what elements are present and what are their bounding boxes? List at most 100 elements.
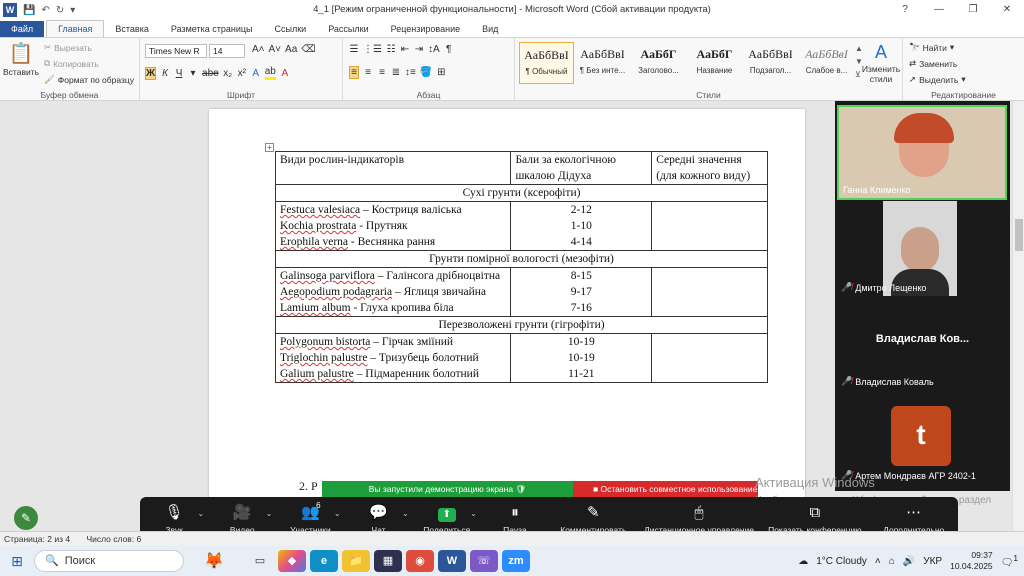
grow-font-icon[interactable]: A˄ [252, 44, 265, 55]
style-normal[interactable]: АаБбВвІ ¶ Обычный [519, 42, 574, 84]
subscript-icon[interactable]: x₂ [223, 68, 233, 79]
taskbar-search[interactable]: 🔍 Поиск [34, 550, 184, 572]
zoom-icon[interactable]: zm [502, 550, 530, 572]
chevron-down-icon[interactable]: ⌄ [470, 509, 477, 518]
customize-quick-access-icon[interactable]: ▾ [70, 5, 75, 16]
select-button[interactable]: ➚ Выделить ▾ [909, 74, 966, 85]
scores-cell[interactable]: 2-12 1-10 4-14 [510, 201, 653, 251]
scrollbar-thumb[interactable] [1015, 219, 1023, 251]
tab-references[interactable]: Ссылки [264, 21, 318, 37]
chevron-down-icon[interactable]: ⌄ [197, 509, 204, 518]
increase-indent-icon[interactable]: ⇥ [414, 44, 424, 55]
section-title[interactable]: Сухі грунти (ксерофіти) [275, 184, 768, 202]
species-cell[interactable]: Galinsoga parviflora – Галінсога дрібноц… [274, 267, 512, 317]
store-icon[interactable]: ▦ [374, 550, 402, 572]
table-move-handle-icon[interactable]: + [265, 143, 274, 152]
viber-icon[interactable]: ☏ [470, 550, 498, 572]
replace-button[interactable]: ⇄ Заменить [909, 58, 957, 69]
align-right-icon[interactable]: ≡ [377, 67, 387, 78]
text-effects-icon[interactable]: A [251, 68, 261, 79]
windows-start-icon[interactable]: ⊞ [0, 553, 34, 570]
style-heading[interactable]: АаБбГ Заголово... [631, 42, 686, 84]
cut-button[interactable]: ✂ Вырезать [44, 42, 92, 53]
change-case-icon[interactable]: Aa [285, 44, 297, 55]
chrome-icon[interactable]: ◉ [406, 550, 434, 572]
numbering-icon[interactable]: ⋮☰ [363, 44, 382, 55]
font-color-icon[interactable]: A [280, 68, 290, 79]
superscript-icon[interactable]: x² [237, 68, 247, 79]
line-spacing-icon[interactable]: ↕≡ [405, 67, 416, 78]
tray-overflow-icon[interactable]: ˄ [875, 556, 881, 567]
file-explorer-icon[interactable]: 📁 [342, 550, 370, 572]
find-button[interactable]: 🔭 Найти ▾ [909, 42, 954, 53]
font-size-box[interactable]: 14 [209, 44, 245, 58]
page-count[interactable]: Страница: 2 из 4 [4, 534, 70, 544]
word-count[interactable]: Число слов: 6 [86, 534, 141, 544]
style-subtitle[interactable]: АаБбВвІ Подзагол... [743, 42, 798, 84]
document-page[interactable]: + Види рослин-індикаторів Бали за еколог… [209, 109, 805, 539]
bold-icon[interactable]: Ж [145, 66, 157, 80]
species-cell[interactable]: Festuca valesiaca – Костриця валіська Ko… [274, 201, 512, 251]
bullets-icon[interactable]: ☰ [349, 44, 359, 55]
mean-cell[interactable] [651, 333, 768, 383]
species-cell[interactable]: Polygonum bistorta – Гірчак зміїний Trig… [274, 333, 512, 383]
copilot-icon[interactable]: ◆ [278, 550, 306, 572]
undo-icon[interactable]: ↶ [41, 5, 49, 16]
style-no-spacing[interactable]: АаБбВвІ ¶ Без инте... [575, 42, 630, 84]
language-indicator[interactable]: УКР [923, 556, 942, 567]
avatar[interactable]: t [891, 406, 951, 466]
redo-icon[interactable]: ↻ [56, 5, 64, 16]
clock[interactable]: 09:37 10.04.2025 [950, 550, 993, 572]
tab-insert[interactable]: Вставка [104, 21, 159, 37]
chevron-down-icon[interactable]: ⌄ [334, 509, 341, 518]
italic-icon[interactable]: К [160, 68, 170, 79]
justify-icon[interactable]: ≣ [391, 67, 401, 78]
mean-cell[interactable] [651, 267, 768, 317]
mean-cell[interactable] [651, 201, 768, 251]
speaker-icon[interactable]: 🔊 [903, 556, 915, 567]
tab-mailings[interactable]: Рассылки [317, 21, 379, 37]
edge-icon[interactable]: e [310, 550, 338, 572]
strikethrough-icon[interactable]: abe [202, 68, 219, 79]
clear-format-icon[interactable]: ⌫ [301, 44, 315, 55]
change-styles-button[interactable]: A Изменить стили [861, 40, 901, 84]
help-button[interactable]: ? [888, 0, 922, 20]
style-subtle-emphasis[interactable]: АаБбВвІ Слабое в... [799, 42, 854, 84]
scores-cell[interactable]: 8-15 9-17 7-16 [510, 267, 653, 317]
annotate-pencil-icon[interactable]: ✎ [14, 506, 38, 530]
restore-button[interactable]: ❐ [956, 0, 990, 20]
vertical-scrollbar[interactable] [1012, 101, 1024, 531]
section-title[interactable]: Грунти помірної вологості (мезофіти) [275, 250, 768, 268]
dropdown-icon[interactable]: ▾ [188, 68, 198, 79]
underline-icon[interactable]: Ч [174, 68, 184, 79]
font-name-box[interactable]: Times New R [145, 44, 207, 58]
video-tile-speaker[interactable]: Ганна Клименко [837, 105, 1007, 200]
save-icon[interactable]: 💾 [23, 5, 35, 16]
section-title[interactable]: Перезволожені грунти (гігрофіти) [275, 316, 768, 334]
format-painter-button[interactable]: 🖌 Формат по образцу [44, 74, 134, 85]
sort-icon[interactable]: ↕A [428, 44, 440, 55]
style-title[interactable]: АаБбГ Название [687, 42, 742, 84]
close-button[interactable]: ✕ [990, 0, 1024, 20]
minimize-button[interactable]: — [922, 0, 956, 20]
fox-widget-icon[interactable]: 🦊 [184, 551, 244, 571]
tab-page-layout[interactable]: Разметка страницы [160, 21, 264, 37]
indicator-table[interactable]: Види рослин-індикаторів Бали за екологіч… [274, 151, 768, 383]
list-item[interactable]: 2. Р [299, 479, 318, 494]
tab-view[interactable]: Вид [471, 21, 509, 37]
borders-icon[interactable]: ⊞ [436, 67, 446, 78]
copy-button[interactable]: ⧉ Копировать [44, 58, 99, 69]
highlight-icon[interactable]: ab [264, 66, 276, 80]
tab-review[interactable]: Рецензирование [380, 21, 472, 37]
pilcrow-icon[interactable]: ¶ [444, 44, 454, 55]
shading-icon[interactable]: 🪣 [420, 67, 432, 78]
chevron-down-icon[interactable]: ⌄ [266, 509, 273, 518]
tab-file[interactable]: Файл [0, 21, 45, 37]
paste-button[interactable]: 📋 Вставить [3, 41, 39, 77]
align-center-icon[interactable]: ≡ [363, 67, 373, 78]
shrink-font-icon[interactable]: A˅ [269, 44, 282, 55]
notification-icon[interactable]: 🗨1 [1001, 553, 1018, 568]
align-left-icon[interactable]: ≡ [349, 66, 359, 79]
decrease-indent-icon[interactable]: ⇤ [400, 44, 410, 55]
multilevel-list-icon[interactable]: ☷ [386, 44, 396, 55]
